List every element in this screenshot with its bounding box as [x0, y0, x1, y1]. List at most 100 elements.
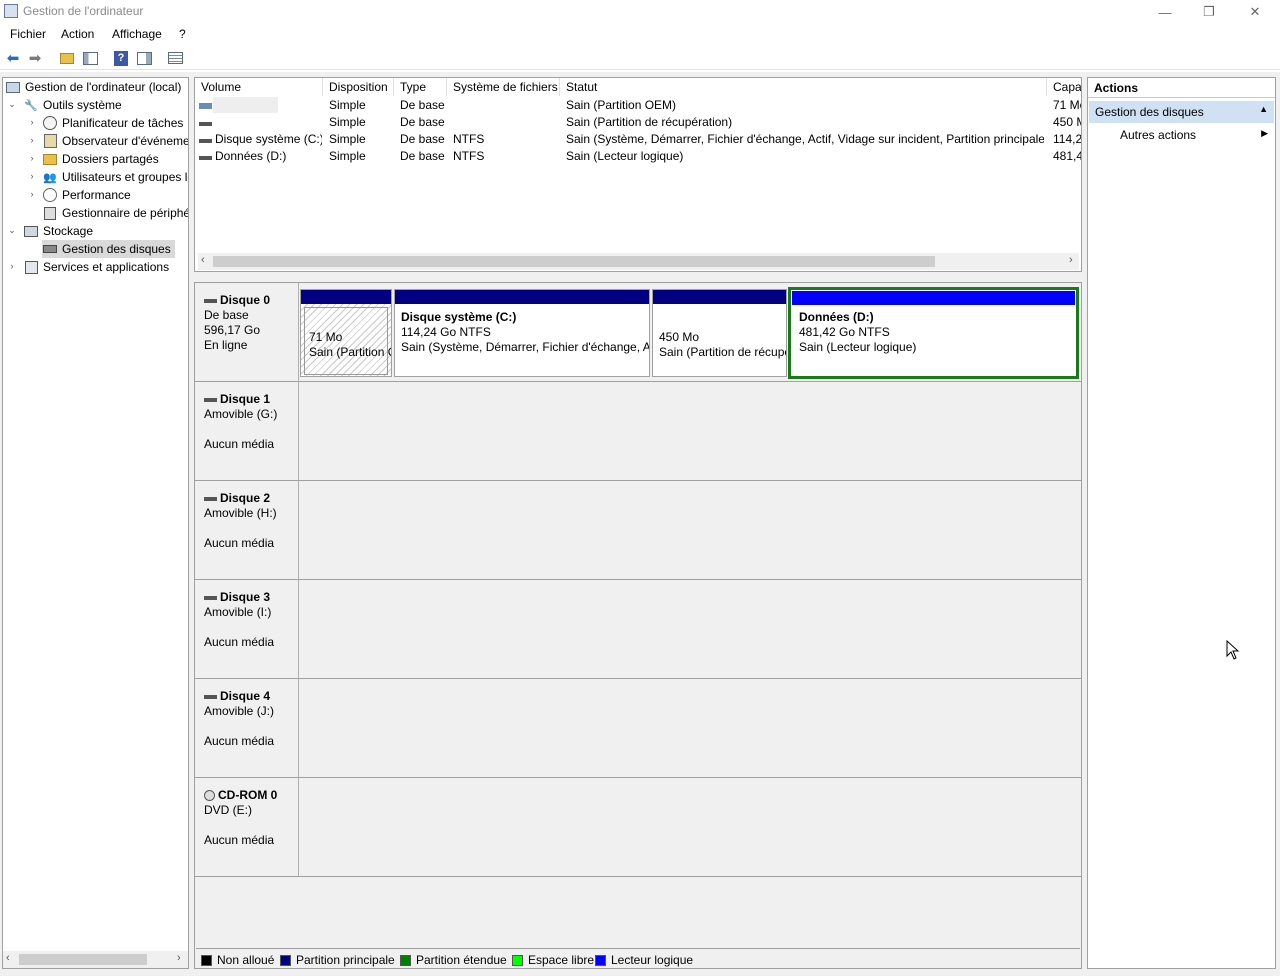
properties-icon[interactable] [135, 49, 153, 67]
tree-item-dossiers[interactable]: Dossiers partagés [42, 150, 159, 168]
tree-item-services[interactable]: Services et applications [23, 258, 169, 276]
chevron-right-icon[interactable]: › [27, 135, 37, 145]
close-button[interactable]: ✕ [1232, 0, 1278, 24]
menu-action[interactable]: Action [61, 27, 94, 41]
disk-3-label[interactable]: Disque 3 Amovible (I:) Aucun média [195, 580, 299, 678]
volume-icon [199, 97, 213, 113]
restore-button[interactable]: ❐ [1186, 0, 1232, 24]
actions-autres-actions[interactable]: Autres actions ▶ [1089, 125, 1274, 145]
tree-horizontal-scrollbar[interactable]: ‹ › [3, 951, 188, 968]
disk-status: Aucun média [204, 833, 275, 847]
window-title: Gestion de l'ordinateur [23, 4, 144, 18]
actions-section-gestion-disques[interactable]: Gestion des disques ▲ [1089, 101, 1274, 123]
partition-size: 450 Mo [659, 330, 700, 344]
chevron-down-icon[interactable]: ⌄ [7, 225, 17, 236]
partition-title: Disque système (C:) [401, 310, 517, 324]
disk-status: En ligne [204, 338, 248, 352]
forward-arrow-icon[interactable]: ➡ [26, 49, 44, 67]
partition-size: 114,24 Go NTFS [401, 325, 491, 339]
tree-item-root[interactable]: Gestion de l'ordinateur (local) [5, 78, 181, 96]
disk-icon [204, 298, 217, 303]
partition-size: 481,42 Go NTFS [799, 325, 890, 339]
tree-item-label: Utilisateurs et groupes locaux [62, 170, 188, 184]
chevron-right-icon[interactable]: › [27, 117, 37, 127]
menu-affichage[interactable]: Affichage [112, 27, 162, 41]
actions-header: Actions [1088, 78, 1275, 98]
tree-item-planificateur[interactable]: Planificateur de tâches [42, 114, 183, 132]
chevron-right-icon[interactable]: › [7, 261, 17, 271]
tree-item-gestion-disques[interactable]: Gestion des disques [42, 240, 175, 258]
tree-item-outils-systeme[interactable]: 🔧 Outils système [23, 96, 122, 114]
show-hide-tree-icon[interactable] [81, 49, 99, 67]
menu-fichier[interactable]: Fichier [10, 27, 46, 41]
menu-help[interactable]: ? [179, 27, 186, 41]
column-header-filesystem[interactable]: Système de fichiers [447, 78, 560, 96]
volume-name [213, 97, 278, 113]
partition-status: Sain (Partition de récupération) [659, 345, 786, 359]
legend-label: Partition étendue [416, 953, 507, 967]
volume-name [213, 114, 313, 130]
view-list-icon[interactable] [166, 49, 184, 67]
partition-d-extended[interactable]: Données (D:) 481,42 Go NTFS Sain (Lecteu… [788, 287, 1079, 379]
tree-item-gestionnaire[interactable]: Gestionnaire de périphériques [42, 204, 188, 222]
tree-item-observateur[interactable]: Observateur d'événements [42, 132, 189, 150]
chevron-right-icon[interactable]: › [27, 189, 37, 199]
volume-type: De base [400, 132, 445, 146]
chevron-right-icon[interactable]: › [27, 153, 37, 163]
disk-type: Amovible (G:) [204, 407, 278, 421]
collapse-up-icon[interactable]: ▲ [1259, 104, 1268, 114]
partition-oem[interactable]: 71 Mo Sain (Partition OEM) [300, 289, 392, 377]
disk-4-label[interactable]: Disque 4 Amovible (J:) Aucun média [195, 679, 299, 777]
tree-item-performance[interactable]: Performance [42, 186, 131, 204]
volume-statut: Sain (Lecteur logique) [566, 149, 684, 163]
disk-icon [204, 694, 217, 699]
partition-recovery[interactable]: 450 Mo Sain (Partition de récupération) [652, 289, 787, 377]
disk-icon [204, 595, 217, 600]
navigation-tree: Gestion de l'ordinateur (local) ⌄ 🔧 Outi… [2, 77, 189, 969]
partition-title: Données (D:) [799, 310, 874, 324]
legend: Non alloué Partition principale Partitio… [196, 948, 1080, 968]
volume-disposition: Simple [329, 98, 366, 112]
volume-name: Données (D:) [215, 149, 287, 163]
legend-swatch [512, 954, 523, 966]
tools-icon: 🔧 [24, 99, 38, 112]
volume-disposition: Simple [329, 149, 366, 163]
column-header-capacite[interactable]: Capa [1047, 78, 1081, 96]
column-header-volume[interactable]: Volume [195, 78, 323, 96]
disk-type: Amovible (H:) [204, 506, 277, 520]
back-arrow-icon[interactable]: ⬅ [4, 49, 22, 67]
logical-drive-bar [792, 291, 1075, 305]
up-folder-icon[interactable] [58, 49, 76, 67]
tree-item-utilisateurs[interactable]: 👥 Utilisateurs et groupes locaux [42, 168, 188, 186]
cdrom-0-label[interactable]: CD-ROM 0 DVD (E:) Aucun média [195, 778, 299, 876]
chevron-right-icon[interactable]: › [27, 171, 37, 181]
scroll-right-icon[interactable]: › [177, 952, 181, 964]
chevron-down-icon[interactable]: ⌄ [7, 99, 17, 110]
partition-c[interactable]: Disque système (C:) 114,24 Go NTFS Sain … [394, 289, 650, 377]
disk-0-label[interactable]: Disque 0 De base 596,17 Go En ligne [195, 283, 299, 381]
column-header-disposition[interactable]: Disposition [323, 78, 394, 96]
disk-1-label[interactable]: Disque 1 Amovible (G:) Aucun média [195, 382, 299, 480]
column-header-type[interactable]: Type [394, 78, 447, 96]
volume-type: De base [400, 98, 445, 112]
tree-item-stockage[interactable]: Stockage [23, 222, 93, 240]
tree-item-label: Stockage [43, 224, 94, 238]
tree-item-label: Dossiers partagés [62, 152, 159, 166]
tree-item-label: Observateur d'événements [62, 134, 189, 148]
scroll-left-icon[interactable]: ‹ [201, 254, 205, 266]
divider [195, 777, 1081, 778]
scroll-left-icon[interactable]: ‹ [6, 952, 10, 964]
minimize-button[interactable]: — [1142, 0, 1188, 24]
scroll-right-icon[interactable]: › [1069, 254, 1073, 266]
mouse-cursor-icon [1226, 639, 1240, 663]
autres-actions-label: Autres actions [1120, 128, 1197, 142]
disk-icon [204, 397, 217, 402]
volume-capacite: 481,42 [1053, 149, 1081, 163]
volume-horizontal-scrollbar[interactable]: ‹ › [198, 253, 1079, 270]
disk-name: CD-ROM 0 [218, 788, 278, 802]
help-icon[interactable]: ? [112, 49, 130, 67]
scrollbar-thumb[interactable] [19, 954, 147, 965]
disk-2-label[interactable]: Disque 2 Amovible (H:) Aucun média [195, 481, 299, 579]
column-header-statut[interactable]: Statut [560, 78, 1047, 96]
scrollbar-thumb[interactable] [213, 256, 935, 267]
